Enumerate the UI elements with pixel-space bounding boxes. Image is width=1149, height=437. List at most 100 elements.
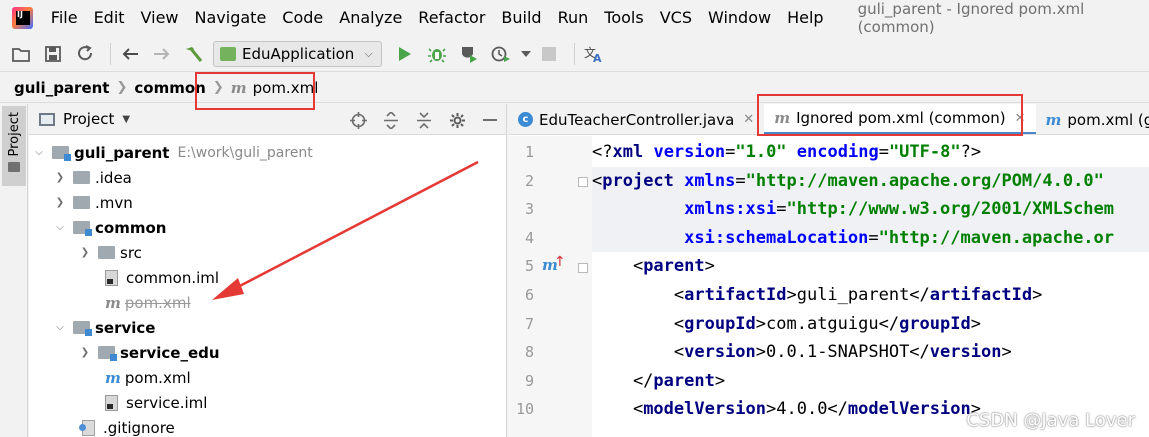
folder-icon bbox=[73, 196, 90, 209]
collapsed-arrow-icon[interactable]: ❯ bbox=[53, 197, 67, 208]
run-config-selector[interactable]: EduApplication ⌵ bbox=[213, 40, 382, 67]
collapsed-arrow-icon[interactable]: ❯ bbox=[53, 172, 67, 183]
code-token: < bbox=[592, 342, 685, 363]
folder-open-icon[interactable] bbox=[8, 41, 34, 67]
maven-file-icon: m bbox=[230, 78, 247, 97]
toolbar-separator bbox=[110, 42, 111, 65]
back-icon[interactable] bbox=[117, 41, 143, 67]
close-icon[interactable]: ✕ bbox=[743, 112, 754, 127]
coverage-icon[interactable] bbox=[456, 41, 482, 67]
collapsed-arrow-icon[interactable]: ❯ bbox=[78, 247, 92, 258]
code-token: < bbox=[592, 170, 603, 191]
line-number: 8 bbox=[524, 343, 534, 362]
tree-row-common-iml[interactable]: common.iml bbox=[105, 265, 219, 290]
gitignore-file-icon bbox=[79, 419, 95, 436]
menu-file[interactable]: File bbox=[43, 0, 86, 36]
tree-row-idea[interactable]: ❯ .idea bbox=[53, 165, 132, 190]
code-line[interactable]: <parent> bbox=[592, 252, 1149, 281]
code-token: project bbox=[602, 170, 674, 191]
code-line[interactable]: <artifactId>guli_parent</artifactId> bbox=[592, 281, 1149, 310]
code-token: < bbox=[592, 399, 644, 420]
fold-marker-icon[interactable] bbox=[578, 263, 588, 273]
code-token: = bbox=[878, 142, 889, 162]
expand-all-icon[interactable] bbox=[379, 108, 403, 132]
tab-label: Ignored pom.xml (common) bbox=[796, 109, 1006, 127]
code-token: > bbox=[1001, 342, 1012, 363]
expanded-arrow-icon[interactable]: ⌵ bbox=[32, 147, 46, 158]
menu-code[interactable]: Code bbox=[274, 0, 331, 36]
chevron-down-icon: ⌵ bbox=[364, 46, 373, 60]
code-line[interactable]: xmlns:xsi="http://www.w3.org/2001/XMLSch… bbox=[592, 195, 1149, 224]
tree-row-mvn[interactable]: ❯ .mvn bbox=[53, 190, 133, 215]
expanded-arrow-icon[interactable]: ⌵ bbox=[53, 222, 67, 233]
menu-analyze[interactable]: Analyze bbox=[331, 0, 410, 36]
ide-window: { "menubar": { "logo_text": "IJ", "items… bbox=[0, 0, 1149, 437]
code-token: < bbox=[592, 256, 644, 277]
tree-row-service-edu[interactable]: ❯ service_edu bbox=[78, 340, 220, 365]
code-token: = bbox=[776, 199, 787, 220]
code-line[interactable]: <?xml version="1.0" encoding="UTF-8"?> bbox=[592, 138, 1149, 167]
tab-root-pom[interactable]: m pom.xml (gu bbox=[1036, 104, 1149, 134]
tree-row-gitignore[interactable]: .gitignore bbox=[79, 415, 175, 437]
tree-row-service-iml[interactable]: service.iml bbox=[105, 390, 207, 415]
menu-window[interactable]: Window bbox=[700, 0, 779, 36]
breadcrumb-file[interactable]: pom.xml bbox=[253, 79, 319, 97]
menu-vcs[interactable]: VCS bbox=[652, 0, 700, 36]
menu-edit[interactable]: Edit bbox=[86, 0, 133, 36]
tree-label: src bbox=[120, 243, 142, 262]
tree-row-ignored-pom[interactable]: m pom.xml bbox=[105, 290, 191, 315]
tree-row-guli-parent[interactable]: ⌵ guli_parent E:\work\guli_parent bbox=[32, 140, 313, 165]
fold-marker-icon[interactable] bbox=[578, 177, 588, 187]
menu-help[interactable]: Help bbox=[779, 0, 831, 36]
navigate-up-arrow-icon[interactable]: ↑ bbox=[554, 254, 566, 270]
menu-view[interactable]: View bbox=[133, 0, 187, 36]
code-line[interactable]: <groupId>com.atguigu</groupId> bbox=[592, 310, 1149, 339]
profile-dropdown-icon[interactable] bbox=[520, 41, 532, 67]
forward-icon[interactable] bbox=[149, 41, 175, 67]
code-area[interactable]: <?xml version="1.0" encoding="UTF-8"?> <p… bbox=[592, 136, 1149, 437]
expanded-arrow-icon[interactable]: ⌵ bbox=[53, 322, 67, 333]
collapsed-arrow-icon[interactable]: ❯ bbox=[78, 347, 92, 358]
tab-edu-teacher-controller[interactable]: c EduTeacherController.java ✕ bbox=[508, 104, 764, 134]
translate-icon[interactable]: 文A bbox=[581, 41, 607, 67]
debug-icon[interactable] bbox=[424, 41, 450, 67]
caret-down-icon[interactable]: ▼ bbox=[122, 114, 130, 125]
menu-build[interactable]: Build bbox=[493, 0, 549, 36]
gear-icon[interactable] bbox=[445, 108, 469, 132]
tree-label: pom.xml bbox=[124, 293, 191, 312]
build-hammer-icon[interactable] bbox=[181, 41, 207, 67]
menu-refactor[interactable]: Refactor bbox=[410, 0, 493, 36]
locate-file-icon[interactable] bbox=[346, 108, 370, 132]
code-token: > bbox=[970, 313, 981, 334]
breadcrumb-project[interactable]: guli_parent bbox=[14, 79, 109, 97]
tree-row-src[interactable]: ❯ src bbox=[78, 240, 142, 265]
tree-row-common[interactable]: ⌵ common bbox=[53, 215, 166, 240]
code-line[interactable]: <project xmlns="http://maven.apache.org/… bbox=[592, 166, 1149, 196]
line-number: 3 bbox=[524, 200, 534, 219]
code-line[interactable]: xsi:schemaLocation="http://maven.apache.… bbox=[592, 223, 1149, 253]
stop-icon[interactable] bbox=[536, 41, 562, 67]
hide-panel-icon[interactable] bbox=[478, 108, 502, 132]
close-icon[interactable]: ✕ bbox=[1015, 111, 1026, 126]
breadcrumb-module[interactable]: common bbox=[134, 79, 205, 97]
project-view-selector[interactable]: Project bbox=[63, 110, 114, 128]
collapse-all-icon[interactable] bbox=[412, 108, 436, 132]
tab-ignored-pom[interactable]: m Ignored pom.xml (common) ✕ bbox=[764, 104, 1036, 134]
save-icon[interactable] bbox=[40, 41, 66, 67]
code-token: xmlns bbox=[684, 170, 736, 191]
tree-row-service[interactable]: ⌵ service bbox=[53, 315, 155, 340]
menu-navigate[interactable]: Navigate bbox=[187, 0, 275, 36]
code-line[interactable]: <version>0.0.1-SNAPSHOT</version> bbox=[592, 338, 1149, 367]
profile-icon[interactable] bbox=[488, 41, 514, 67]
line-number: 4 bbox=[524, 228, 534, 247]
tool-window-stripe: Project bbox=[0, 104, 28, 437]
code-line[interactable]: </parent> bbox=[592, 367, 1149, 396]
sync-icon[interactable] bbox=[72, 41, 98, 67]
project-tool-window-tab[interactable]: Project bbox=[2, 106, 26, 186]
run-icon[interactable] bbox=[392, 41, 418, 67]
menu-tools[interactable]: Tools bbox=[596, 0, 651, 36]
menu-run[interactable]: Run bbox=[550, 0, 597, 36]
code-token: <? bbox=[592, 142, 613, 162]
tree-row-service-pom[interactable]: m pom.xml bbox=[105, 365, 191, 390]
